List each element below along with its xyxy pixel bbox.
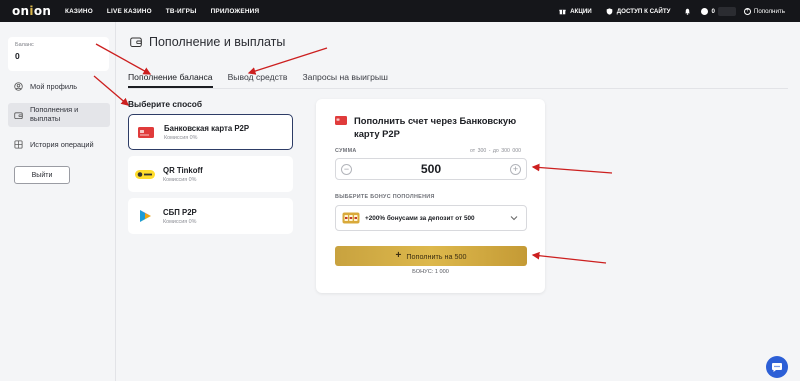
nav-live-casino[interactable]: LIVE КАЗИНО [107, 8, 152, 15]
site-access-link[interactable]: ДОСТУП К САЙТУ [606, 7, 671, 15]
nav-tv-games[interactable]: ТВ-ИГРЫ [166, 8, 197, 15]
shield-icon [606, 7, 613, 15]
tab-win-requests[interactable]: Запросы на выигрыш [302, 72, 387, 88]
deposit-submit-button[interactable]: + Пополнить на 500 [335, 246, 527, 266]
promotions-label: АКЦИИ [570, 7, 592, 15]
method-fee: Комиссия 0% [163, 176, 197, 183]
gift-icon [559, 9, 566, 14]
sidebar-item-profile[interactable]: Мой профиль [8, 77, 110, 95]
method-bank-card[interactable]: Банковская карта P2P Комиссия 0% [128, 114, 293, 150]
payments-tabs: Пополнение баланса Вывод средств Запросы… [128, 72, 388, 88]
nav-apps[interactable]: ПРИЛОЖЕНИЯ [211, 8, 260, 15]
logout-button[interactable]: Выйти [14, 166, 70, 184]
bell-icon [685, 8, 691, 15]
wallet-icon [14, 111, 23, 120]
method-fee: Комиссия 0% [164, 134, 198, 141]
arrow-to-withdraw-tab [247, 47, 328, 75]
bank-card-icon [136, 125, 156, 139]
nav-casino[interactable]: КАЗИНО [65, 8, 93, 15]
amount-label: Сумма [335, 148, 357, 154]
deposit-button-label: Пополнить на 500 [406, 251, 467, 261]
amount-stepper[interactable]: − 500 + [335, 158, 527, 180]
deposit-card-header: Пополнить счет через Банковскую карту P2… [335, 114, 544, 140]
amount-input[interactable]: 500 [421, 162, 441, 176]
header-balance[interactable]: 0 [701, 6, 736, 16]
logo-text-end: on [33, 4, 52, 18]
wallet-icon [130, 37, 142, 47]
support-chat-button[interactable] [766, 356, 788, 378]
sidebar-item-label: Мой профиль [30, 81, 78, 91]
balance-label: Баланс [15, 42, 34, 48]
onion-logo[interactable]: on i on [12, 4, 51, 18]
site-access-label: ДОСТУП К САЙТУ [616, 7, 671, 15]
method-sbp[interactable]: СБП P2P Комиссия 0% [128, 198, 293, 234]
topup-label: Пополнить [753, 7, 785, 15]
bonus-total: БОНУС: 1 000 [412, 269, 449, 275]
sbp-icon [135, 209, 155, 223]
deposit-card: Пополнить счет через Банковскую карту P2… [316, 99, 545, 293]
page-title: Пополнение и выплаты [130, 35, 285, 49]
plus-icon[interactable]: + [510, 164, 521, 175]
history-icon [14, 139, 23, 149]
bonus-selected-value: +200% бонусами за депозит от 500 [365, 214, 475, 222]
slot-machine-icon [342, 212, 360, 224]
choose-method-heading: Выберите способ [128, 99, 203, 109]
promotions-link[interactable]: АКЦИИ [559, 8, 592, 15]
sidebar-item-payments[interactable]: Пополнения и выплаты [8, 103, 110, 127]
method-name: QR Tinkoff [163, 165, 203, 175]
method-name: Банковская карта P2P [164, 123, 250, 133]
page-title-text: Пополнение и выплаты [149, 35, 286, 49]
tab-withdraw[interactable]: Вывод средств [228, 72, 288, 88]
logo-text-start: on [12, 4, 30, 18]
balance-card: Баланс 0 [8, 37, 109, 71]
tabs-divider [128, 88, 788, 89]
topup-button[interactable]: + Пополнить [743, 7, 785, 15]
plus-circle-icon: + [743, 7, 751, 15]
minus-icon[interactable]: − [341, 164, 352, 175]
top-navbar: on i on КАЗИНО LIVE КАЗИНО ТВ-ИГРЫ ПРИЛОЖЕ… [0, 0, 800, 22]
notifications-button[interactable] [684, 8, 691, 15]
plus-icon: + [395, 250, 402, 261]
sidebar-item-history[interactable]: История операций [8, 135, 110, 153]
user-icon [14, 81, 23, 91]
tab-deposit[interactable]: Пополнение баланса [128, 72, 213, 88]
tinkoff-icon [135, 167, 155, 181]
method-fee: Комиссия 0% [163, 218, 197, 225]
bank-card-icon [335, 116, 347, 125]
avatar [701, 7, 709, 15]
hidden-balance-mask [717, 6, 736, 16]
header-balance-value: 0 [711, 7, 715, 15]
amount-range: от 300 - до 300 000 [470, 148, 521, 154]
top-right-actions: АКЦИИ ДОСТУП К САЙТУ 0 + Пополнить [559, 0, 800, 22]
deposit-title: Пополнить счет через Банковскую карту P2… [354, 115, 517, 140]
account-menu: Мой профиль Пополнения и выплаты История… [8, 77, 110, 153]
main-menu: КАЗИНО LIVE КАЗИНО ТВ-ИГРЫ ПРИЛОЖЕНИЯ [65, 0, 259, 22]
sidebar-item-label: Пополнения и выплаты [30, 105, 79, 123]
bonus-label: Выберите бонус пополнения [335, 194, 435, 200]
bonus-select[interactable]: +200% бонусами за депозит от 500 [335, 205, 527, 231]
balance-value: 0 [15, 51, 20, 61]
method-qr-tinkoff[interactable]: QR Tinkoff Комиссия 0% [128, 156, 293, 192]
account-sidebar: Баланс 0 Мой профиль Пополнения и выплат… [0, 22, 116, 381]
chat-icon [772, 363, 782, 372]
method-name: СБП P2P [163, 207, 197, 217]
chevron-down-icon [510, 216, 518, 221]
sidebar-item-label: История операций [30, 139, 94, 149]
